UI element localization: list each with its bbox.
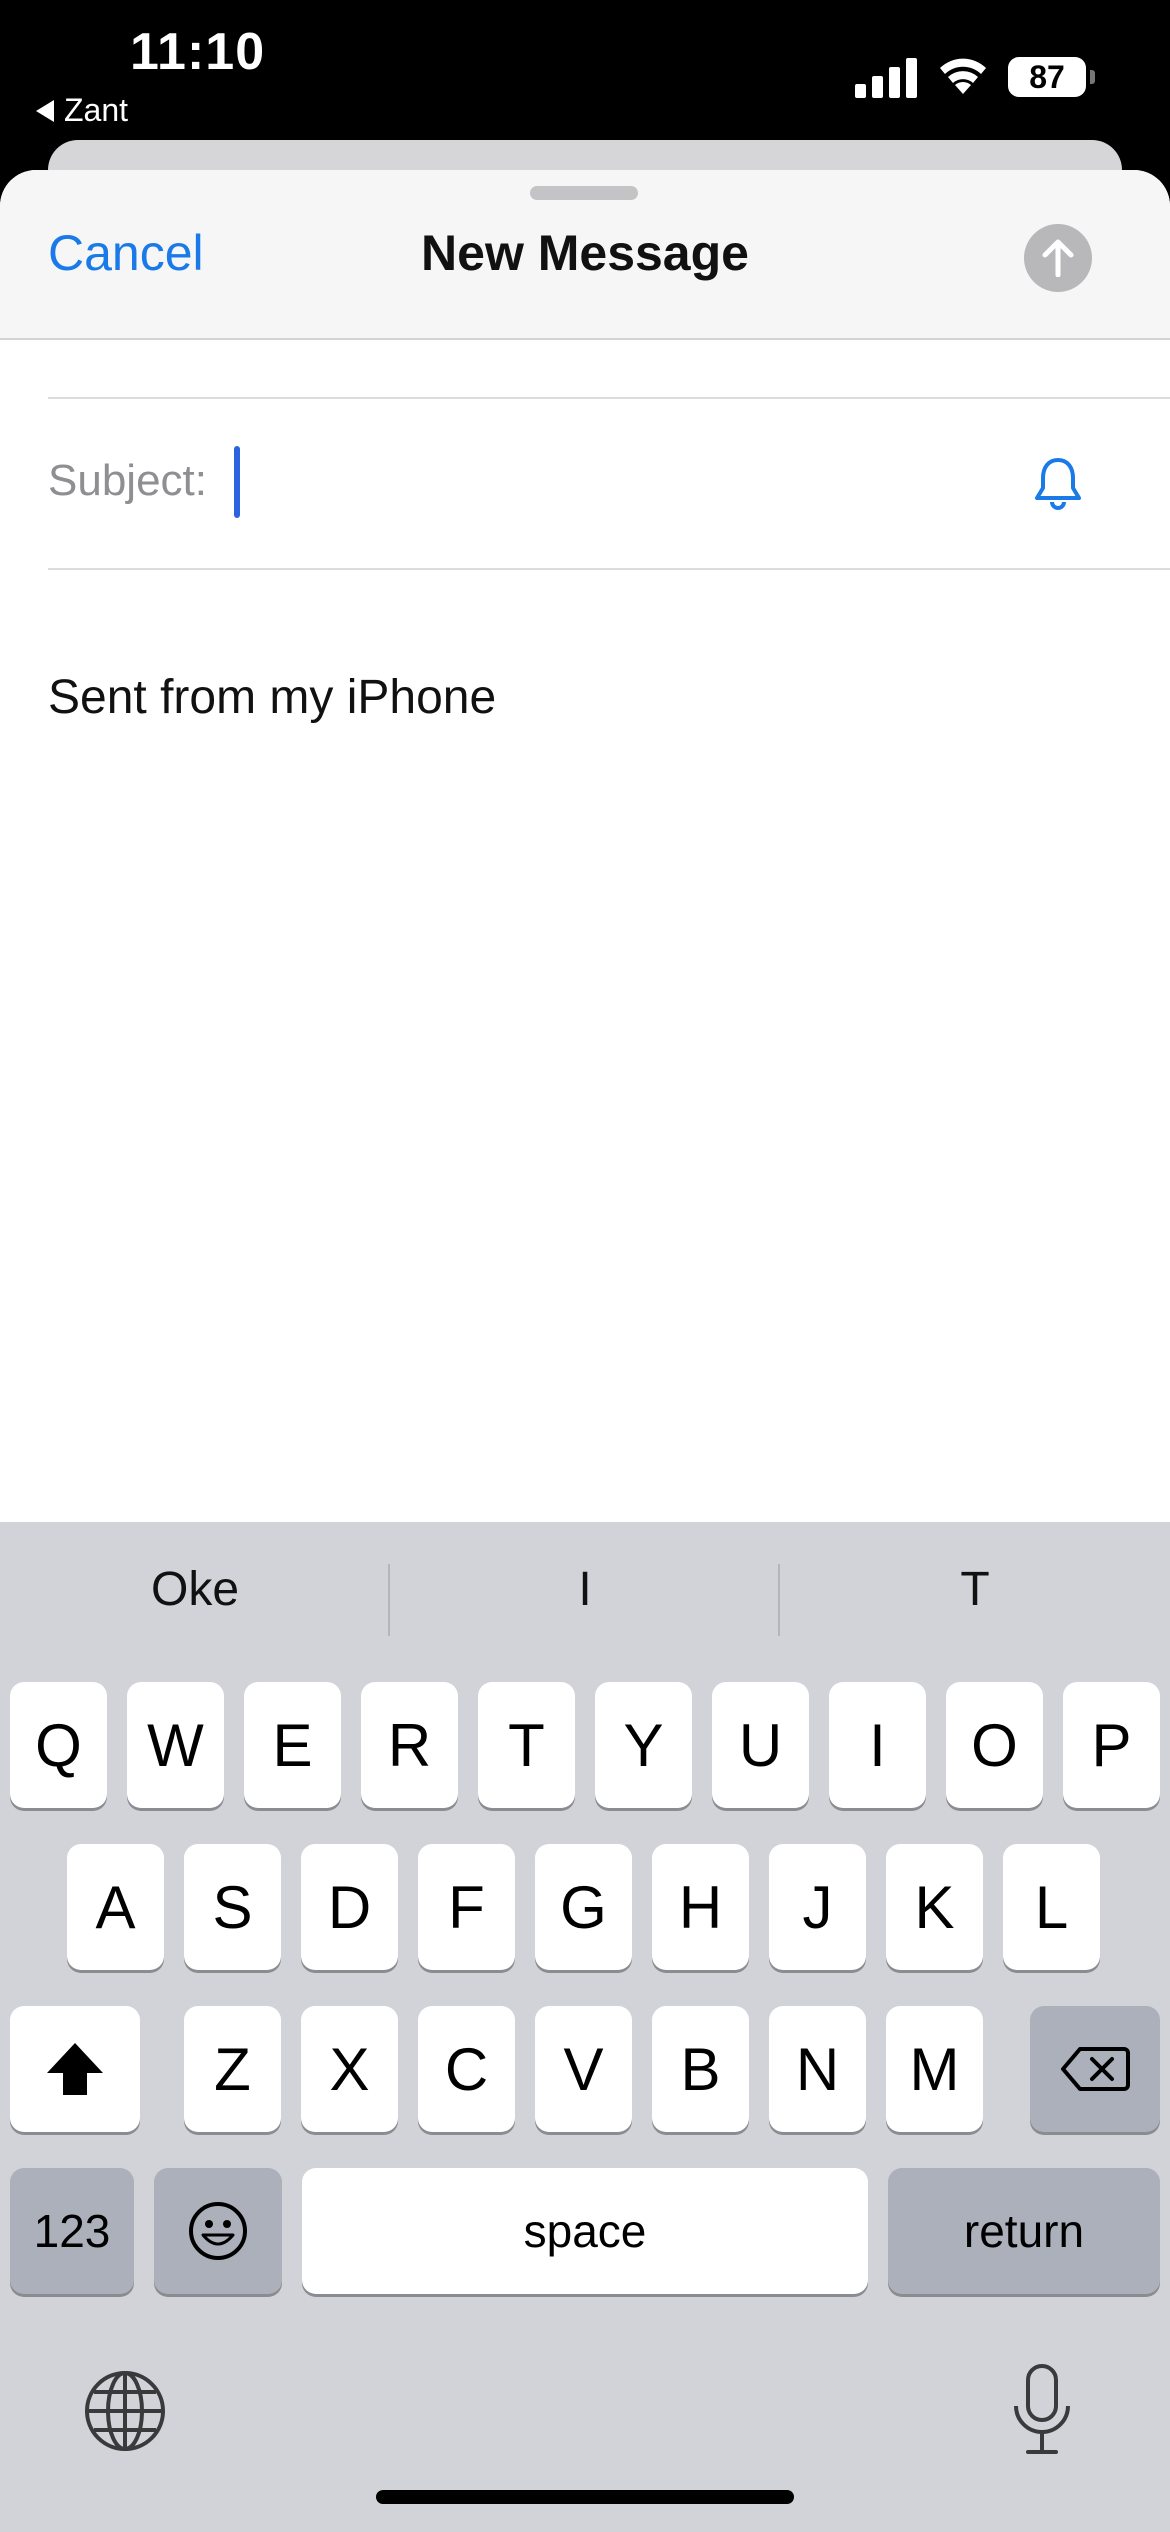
backspace-key[interactable] [1030,2006,1160,2132]
key-i[interactable]: I [829,1682,926,1808]
shift-key[interactable] [10,2006,140,2132]
key-j[interactable]: J [769,1844,866,1970]
key-label: E [272,1711,313,1779]
return-key[interactable]: return [888,2168,1160,2294]
key-o[interactable]: O [946,1682,1043,1808]
microphone-icon[interactable] [1010,2362,1074,2458]
text-cursor [234,446,240,518]
key-label: Q [35,1711,82,1779]
key-l[interactable]: L [1003,1844,1100,1970]
key-label: return [963,2205,1085,2257]
key-label: K [914,1873,955,1941]
key-label: J [802,1873,833,1941]
key-n[interactable]: N [769,2006,866,2132]
key-h[interactable]: H [652,1844,749,1970]
key-label: B [680,2035,721,2103]
key-label: D [327,1873,372,1941]
key-w[interactable]: W [127,1682,224,1808]
key-y[interactable]: Y [595,1682,692,1808]
key-label: Y [623,1711,664,1779]
globe-icon[interactable] [82,2368,168,2454]
bell-icon [1035,458,1081,510]
key-z[interactable]: Z [184,2006,281,2132]
key-label: C [444,2035,489,2103]
battery-indicator: 87 [1008,57,1086,97]
numbers-key[interactable]: 123 [10,2168,134,2294]
key-label: N [795,2035,840,2103]
key-label: S [212,1873,253,1941]
key-label: W [147,1711,204,1779]
key-label: T [508,1711,545,1779]
key-label: O [971,1711,1018,1779]
arrow-up-icon [1042,239,1074,277]
sheet-grabber[interactable] [530,186,638,200]
shift-icon [47,2043,103,2095]
key-label: L [1034,1873,1069,1941]
emoji-key[interactable] [154,2168,282,2294]
space-key[interactable]: space [302,2168,868,2294]
page-title: New Message [421,225,749,281]
key-label: space [523,2205,647,2257]
subject-field[interactable]: Subject: [48,430,1118,530]
key-e[interactable]: E [244,1682,341,1808]
key-label: U [738,1711,783,1779]
compose-header: Cancel New Message [0,170,1170,340]
wifi-icon [940,58,986,94]
message-body[interactable]: Sent from my iPhone [48,670,496,725]
key-label: Z [214,2035,251,2103]
status-time: 11:10 [130,23,266,81]
subject-label: Subject: [48,456,207,505]
key-m[interactable]: M [886,2006,983,2132]
key-d[interactable]: D [301,1844,398,1970]
key-t[interactable]: T [478,1682,575,1808]
key-label: H [678,1873,723,1941]
key-b[interactable]: B [652,2006,749,2132]
suggestion-bar: Oke I T [0,1522,1170,1678]
back-triangle-icon [36,99,54,122]
key-f[interactable]: F [418,1844,515,1970]
status-bar: 11:10 Zant 87 [0,0,1170,140]
cellular-signal-icon [855,58,917,98]
key-q[interactable]: Q [10,1682,107,1808]
notify-bell-button[interactable] [1028,454,1088,514]
backspace-icon [1061,2047,1130,2091]
key-label: R [387,1711,432,1779]
key-p[interactable]: P [1063,1682,1160,1808]
emoji-icon [189,2202,247,2260]
key-label: I [869,1711,886,1779]
key-label: M [909,2035,960,2103]
back-to-app-link[interactable]: Zant [36,92,128,129]
key-label: 123 [33,2205,111,2257]
battery-nub [1090,70,1095,84]
screen: 11:10 Zant 87 Cancel New Message Subject… [0,0,1170,2532]
key-label: P [1091,1711,1132,1779]
key-v[interactable]: V [535,2006,632,2132]
key-label: X [329,2035,370,2103]
key-label: G [560,1873,607,1941]
key-a[interactable]: A [67,1844,164,1970]
key-label: A [95,1873,136,1941]
suggestion-item[interactable]: I [390,1562,780,1617]
send-button[interactable] [1024,224,1092,292]
back-app-label: Zant [64,92,129,128]
key-r[interactable]: R [361,1682,458,1808]
home-indicator[interactable] [376,2490,794,2504]
key-g[interactable]: G [535,1844,632,1970]
suggestion-item[interactable]: T [780,1562,1170,1617]
keyboard: Oke I T Q W E R T Y U I O P A S D F G H … [0,1522,1170,2532]
divider [48,397,1170,399]
suggestion-item[interactable]: Oke [0,1562,390,1617]
key-c[interactable]: C [418,2006,515,2132]
key-label: F [448,1873,485,1941]
key-label: V [563,2035,604,2103]
key-s[interactable]: S [184,1844,281,1970]
divider [48,568,1170,570]
key-u[interactable]: U [712,1682,809,1808]
key-k[interactable]: K [886,1844,983,1970]
key-x[interactable]: X [301,2006,398,2132]
